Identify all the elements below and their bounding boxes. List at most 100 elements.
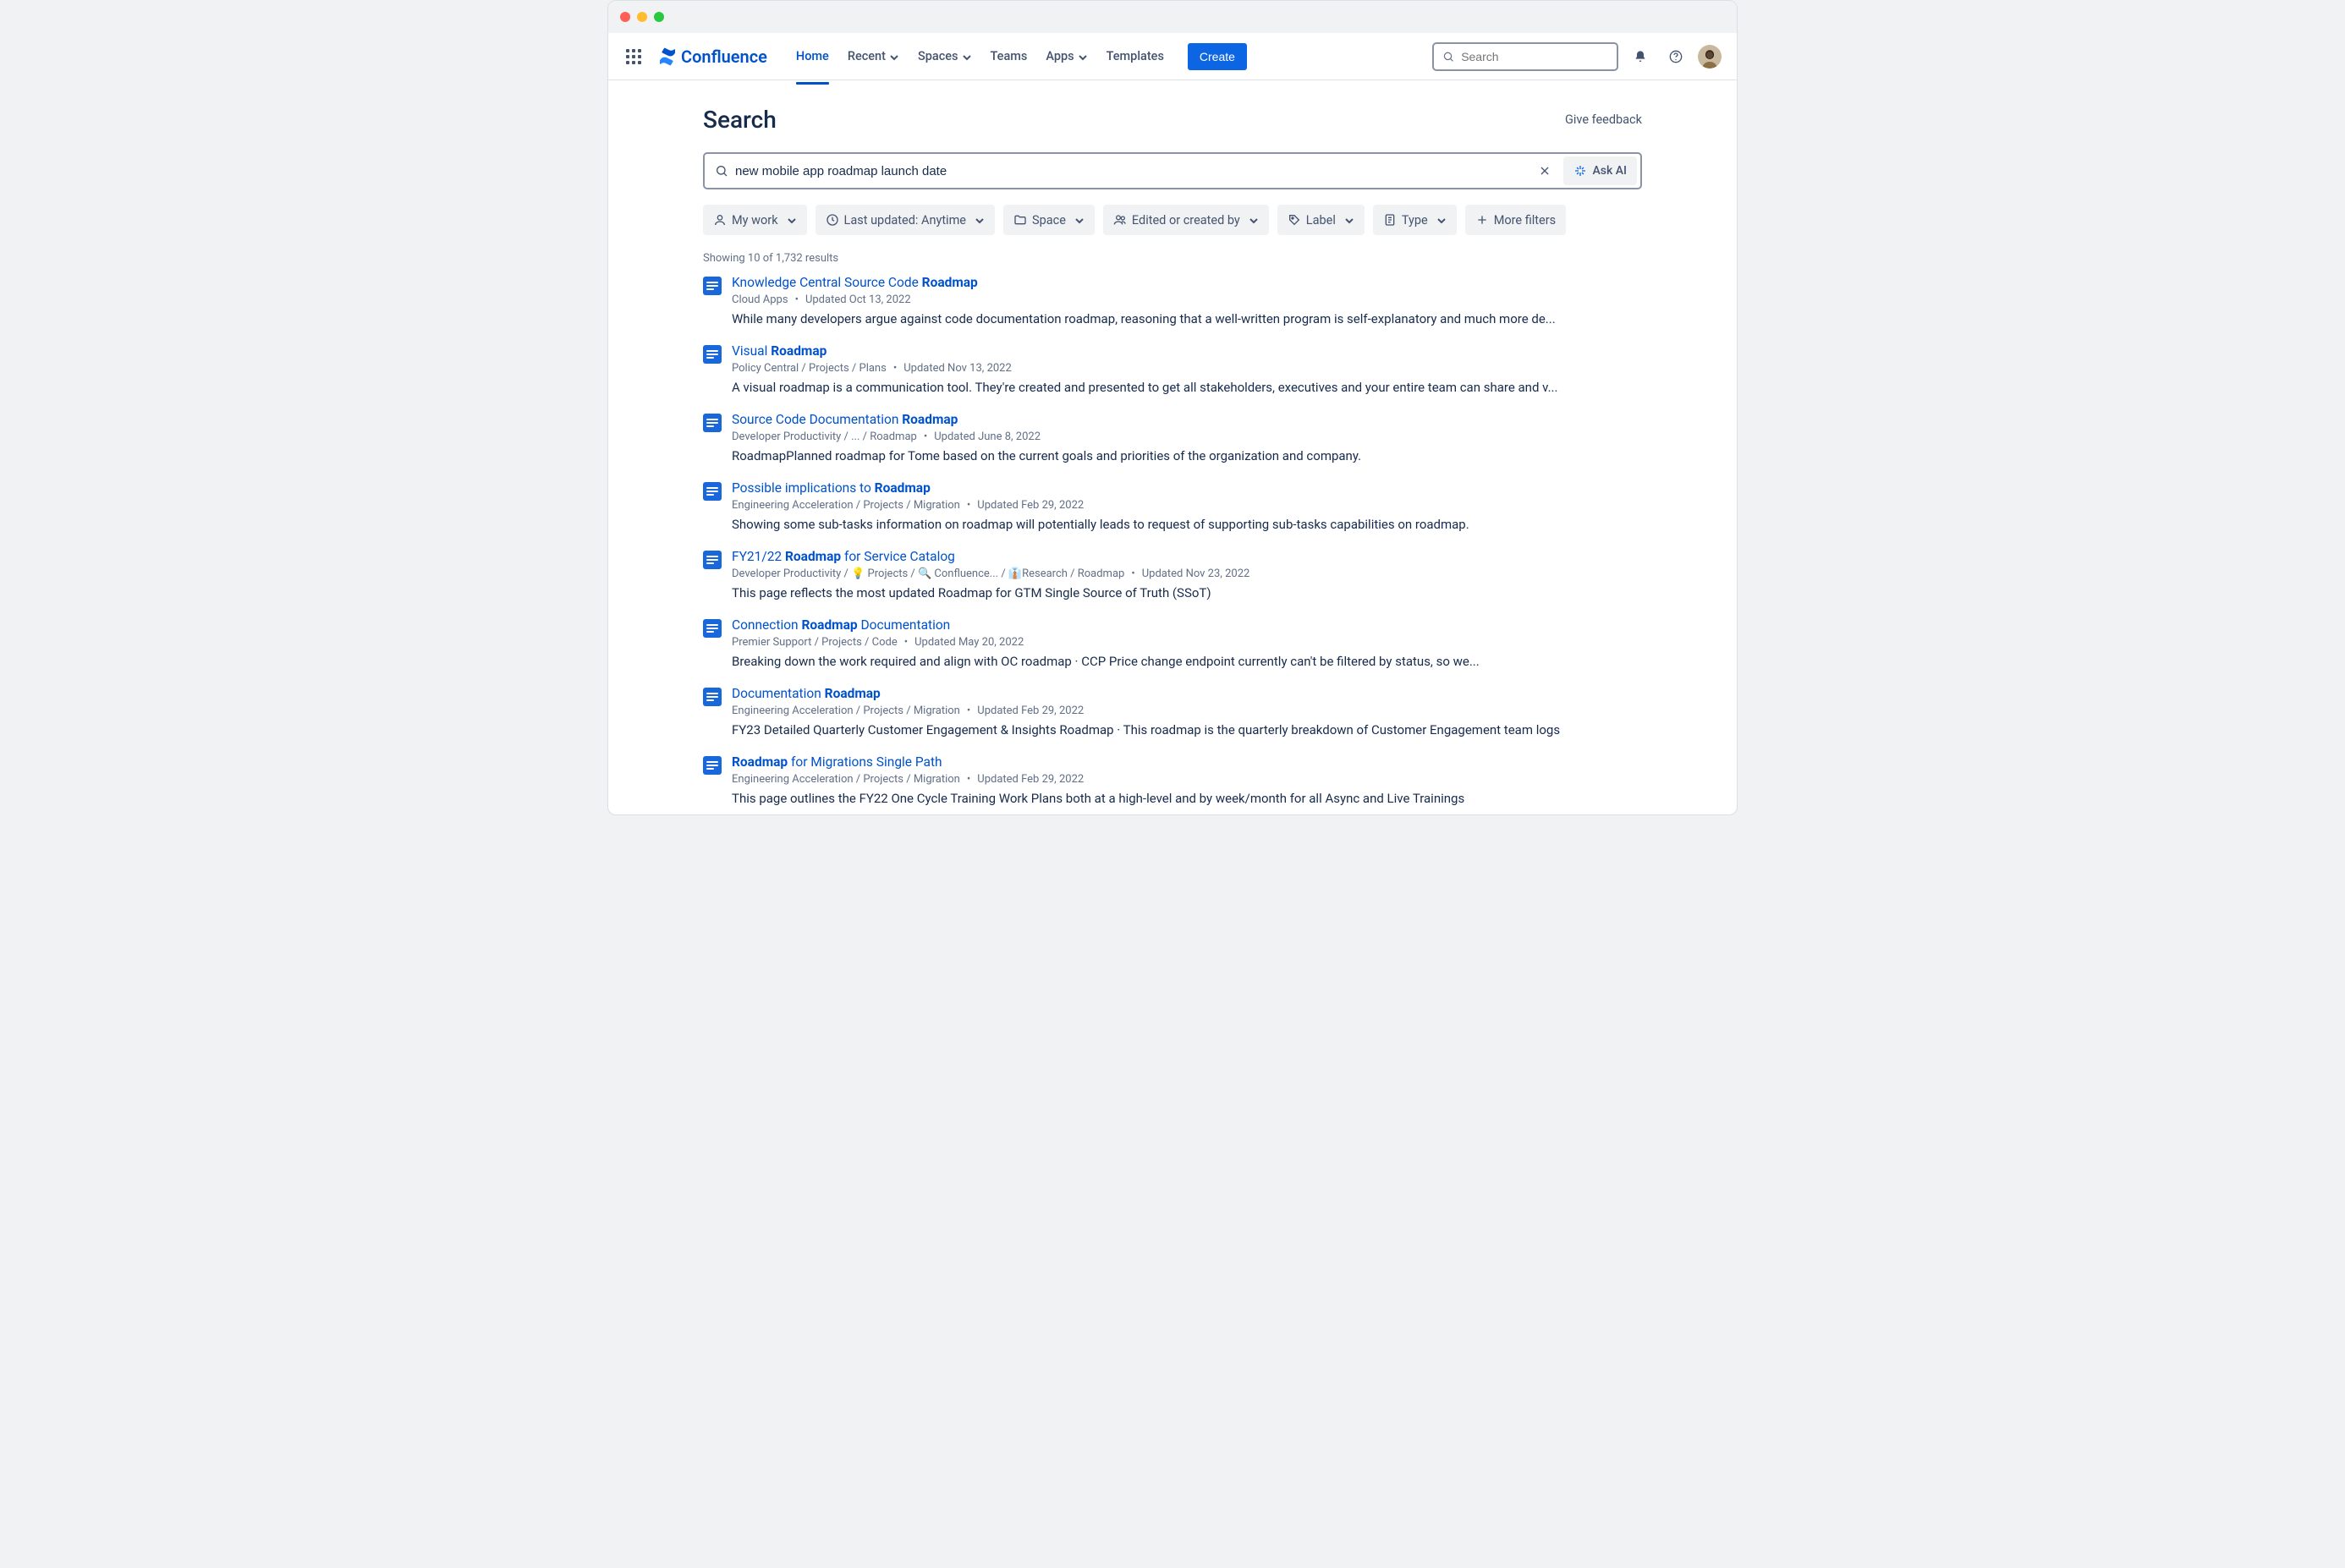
clock-icon xyxy=(826,213,839,227)
result-body: Visual Roadmap Policy Central / Projects … xyxy=(732,343,1642,395)
result-snippet: Breaking down the work required and alig… xyxy=(732,654,1642,669)
result-title-link[interactable]: Documentation Roadmap xyxy=(732,686,1642,701)
nav-links: Home Recent Spaces Teams Apps Templates xyxy=(788,42,1172,70)
filter-space[interactable]: Space xyxy=(1003,205,1095,235)
nav-apps[interactable]: Apps xyxy=(1037,42,1096,70)
filter-row: My work Last updated: Anytime Space Edit… xyxy=(703,205,1642,235)
chevron-down-icon xyxy=(1074,215,1085,225)
person-icon xyxy=(713,213,727,227)
window-maximize-button[interactable] xyxy=(654,12,664,22)
nav-spaces[interactable]: Spaces xyxy=(909,42,980,70)
result-meta: Engineering Acceleration / Projects / Mi… xyxy=(732,499,1642,512)
confluence-icon xyxy=(657,47,678,67)
folder-icon xyxy=(1013,213,1027,227)
window-minimize-button[interactable] xyxy=(637,12,647,22)
nav-templates[interactable]: Templates xyxy=(1098,42,1172,70)
result-snippet: A visual roadmap is a communication tool… xyxy=(732,380,1642,395)
notifications-button[interactable] xyxy=(1627,43,1654,70)
result-meta: Developer Productivity / 💡 Projects / 🔍 … xyxy=(732,567,1642,580)
chevron-down-icon xyxy=(1436,215,1447,225)
global-search-input[interactable] xyxy=(1461,50,1608,63)
chevron-down-icon xyxy=(1078,52,1088,62)
help-icon xyxy=(1669,50,1683,63)
filter-last-updated[interactable]: Last updated: Anytime xyxy=(816,205,995,235)
result-meta: Engineering Acceleration / Projects / Mi… xyxy=(732,773,1642,786)
top-nav: Confluence Home Recent Spaces Teams Apps… xyxy=(608,33,1737,80)
result-body: FY21/22 Roadmap for Service Catalog Devel… xyxy=(732,549,1642,600)
result-title-link[interactable]: Visual Roadmap xyxy=(732,343,1642,359)
result-title-link[interactable]: Connection Roadmap Documentation xyxy=(732,617,1642,633)
document-icon xyxy=(1383,213,1397,227)
result-body: Possible implications to Roadmap Engineer… xyxy=(732,480,1642,532)
result-meta: Engineering Acceleration / Projects / Mi… xyxy=(732,705,1642,717)
result-body: Roadmap for Migrations Single Path Engine… xyxy=(732,754,1642,806)
confluence-logo[interactable]: Confluence xyxy=(657,47,767,67)
result-title-link[interactable]: Roadmap for Migrations Single Path xyxy=(732,754,1642,770)
nav-home[interactable]: Home xyxy=(788,42,838,70)
result-meta: Policy Central / Projects / PlansUpdated… xyxy=(732,362,1642,375)
result-title-link[interactable]: FY21/22 Roadmap for Service Catalog xyxy=(732,549,1642,564)
page-icon xyxy=(703,619,722,638)
result-title-link[interactable]: Knowledge Central Source Code Roadmap xyxy=(732,275,1642,290)
search-icon xyxy=(715,164,728,178)
user-avatar[interactable] xyxy=(1698,45,1722,69)
result-snippet: Showing some sub-tasks information on ro… xyxy=(732,517,1642,532)
result-snippet: This page reflects the most updated Road… xyxy=(732,585,1642,600)
tag-icon xyxy=(1288,213,1301,227)
page-icon xyxy=(703,482,722,501)
result-snippet: FY23 Detailed Quarterly Customer Engagem… xyxy=(732,722,1642,737)
filter-edited-by[interactable]: Edited or created by xyxy=(1103,205,1269,235)
result-meta: Premier Support / Projects / CodeUpdated… xyxy=(732,636,1642,649)
page-icon xyxy=(703,345,722,364)
window-close-button[interactable] xyxy=(620,12,630,22)
more-filters-button[interactable]: More filters xyxy=(1465,205,1566,235)
result-body: Connection Roadmap Documentation Premier … xyxy=(732,617,1642,669)
traffic-lights xyxy=(620,12,664,22)
search-icon xyxy=(1442,50,1454,63)
page-icon xyxy=(703,277,722,295)
search-result: Roadmap for Migrations Single Path Engine… xyxy=(703,754,1642,806)
filter-type[interactable]: Type xyxy=(1373,205,1457,235)
page-icon xyxy=(703,688,722,706)
page-icon xyxy=(703,414,722,432)
sparkle-icon xyxy=(1573,164,1587,178)
nav-teams[interactable]: Teams xyxy=(982,42,1036,70)
search-result: Knowledge Central Source Code Roadmap Clo… xyxy=(703,275,1642,326)
search-result: Source Code Documentation Roadmap Develop… xyxy=(703,412,1642,463)
chevron-down-icon xyxy=(889,52,899,62)
chevron-down-icon xyxy=(962,52,972,62)
global-search[interactable] xyxy=(1432,42,1618,71)
bell-icon xyxy=(1634,50,1647,63)
page-title: Search xyxy=(703,106,777,134)
chevron-down-icon xyxy=(1249,215,1259,225)
result-meta: Developer Productivity / ... / RoadmapUp… xyxy=(732,430,1642,443)
result-body: Knowledge Central Source Code Roadmap Clo… xyxy=(732,275,1642,326)
give-feedback-link[interactable]: Give feedback xyxy=(1565,112,1642,127)
chevron-down-icon xyxy=(787,215,797,225)
clear-search-button[interactable] xyxy=(1533,159,1557,183)
search-result: Visual Roadmap Policy Central / Projects … xyxy=(703,343,1642,395)
ask-ai-button[interactable]: Ask AI xyxy=(1563,156,1637,185)
result-title-link[interactable]: Source Code Documentation Roadmap xyxy=(732,412,1642,427)
plus-icon xyxy=(1475,213,1489,227)
help-button[interactable] xyxy=(1662,43,1689,70)
result-body: Documentation Roadmap Engineering Acceler… xyxy=(732,686,1642,737)
nav-recent[interactable]: Recent xyxy=(839,42,908,70)
chevron-down-icon xyxy=(975,215,985,225)
search-result: Documentation Roadmap Engineering Acceler… xyxy=(703,686,1642,737)
filter-my-work[interactable]: My work xyxy=(703,205,807,235)
result-title-link[interactable]: Possible implications to Roadmap xyxy=(732,480,1642,496)
result-meta: Cloud AppsUpdated Oct 13, 2022 xyxy=(732,293,1642,306)
app-window: Confluence Home Recent Spaces Teams Apps… xyxy=(607,0,1738,815)
app-switcher-button[interactable] xyxy=(623,47,644,67)
search-query-input[interactable] xyxy=(735,164,1526,178)
result-snippet: RoadmapPlanned roadmap for Tome based on… xyxy=(732,448,1642,463)
create-button[interactable]: Create xyxy=(1188,43,1247,70)
results-summary: Showing 10 of 1,732 results xyxy=(703,252,1642,265)
search-result: Possible implications to Roadmap Engineer… xyxy=(703,480,1642,532)
search-bar: Ask AI xyxy=(703,152,1642,189)
result-snippet: While many developers argue against code… xyxy=(732,311,1642,326)
people-icon xyxy=(1113,213,1127,227)
window-titlebar xyxy=(608,1,1737,33)
filter-label[interactable]: Label xyxy=(1277,205,1365,235)
